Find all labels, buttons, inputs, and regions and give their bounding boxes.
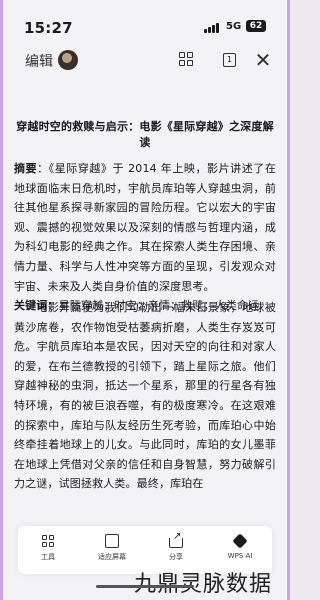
status-time: 15:27 xyxy=(24,19,73,37)
status-bar: 15:27 5G 62 xyxy=(0,0,290,40)
fit-screen-label: 适应屏幕 xyxy=(98,553,126,561)
tools-grid-icon xyxy=(41,534,55,548)
home-indicator[interactable] xyxy=(96,585,194,588)
document-body: 穿越时空的救赎与启示：电影《星际穿越》之深度解读 摘要：《星际穿越》于 2014… xyxy=(14,118,276,490)
share-label: 分享 xyxy=(169,553,183,561)
grid-icon[interactable] xyxy=(176,49,198,71)
tools-label: 工具 xyxy=(41,553,55,561)
close-icon[interactable]: ✕ xyxy=(252,49,274,71)
wps-ai-label: WPS AI xyxy=(227,552,253,560)
share-arrow-icon: ↗ xyxy=(173,531,182,542)
fit-screen-button[interactable]: 适应屏幕 xyxy=(82,526,142,574)
abstract-paragraph: 摘要：《星际穿越》于 2014 年上映，影片讲述了在地球面临末日危机时，宇航员库… xyxy=(14,159,276,316)
page-title: 穿越时空的救赎与启示：电影《星际穿越》之深度解读 xyxy=(16,120,274,149)
document-toolbar: 编辑 1 ✕ xyxy=(0,44,290,78)
edit-button[interactable]: 编辑 xyxy=(25,51,53,71)
fit-screen-icon xyxy=(105,534,119,548)
frame-border-right xyxy=(287,0,290,600)
avatar[interactable] xyxy=(58,50,78,70)
tools-button[interactable]: 工具 xyxy=(18,526,78,574)
body-paragraph: 电影开篇便为我们勾勒出一幅末日景象，地球被黄沙席卷，农作物饱受枯萎病折磨，人类生… xyxy=(14,298,276,494)
body-text: 电影开篇便为我们勾勒出一幅末日景象，地球被黄沙席卷，农作物饱受枯萎病折磨，人类生… xyxy=(14,301,276,491)
abstract-label: 摘要 xyxy=(14,162,38,175)
abstract-text: ：《星际穿越》于 2014 年上映，影片讲述了在地球面临末日危机时，宇航员库珀等… xyxy=(14,162,276,293)
battery-icon: 62 xyxy=(246,20,266,32)
phone-screen: 15:27 5G 62 编辑 1 ✕ 穿越时空的救赎与启示：电影《星际穿越》之深… xyxy=(0,0,290,600)
network-type: 5G xyxy=(226,21,242,32)
signal-icon xyxy=(204,22,222,33)
page-count-icon[interactable]: 1 xyxy=(218,49,240,71)
wps-ai-icon xyxy=(232,533,248,549)
frame-border-left xyxy=(0,0,3,600)
watermark: 九鼎灵脉数据 xyxy=(134,572,273,597)
